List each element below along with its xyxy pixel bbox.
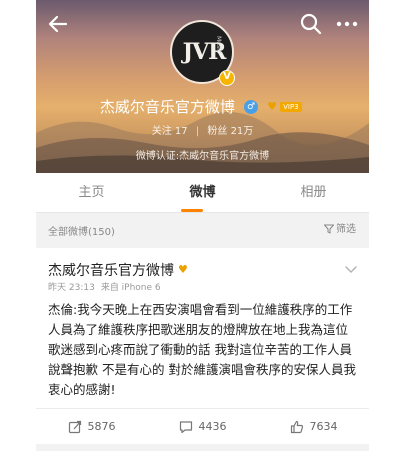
filter-icon (324, 224, 334, 234)
avatar-logo-subtext: Music (215, 36, 222, 54)
tab-album[interactable]: 相册 (258, 173, 369, 213)
followers-stat[interactable]: 粉丝 21万 (207, 126, 253, 137)
tab-weibo[interactable]: 微博 (147, 173, 258, 213)
filter-bar: 全部微博(150) 筛选 (36, 214, 369, 246)
profile-tabs: 主页 微博 相册 (36, 173, 369, 213)
tab-home[interactable]: 主页 (36, 173, 147, 213)
gender-male-icon: ♂ (244, 99, 258, 114)
active-tab-indicator (181, 209, 203, 212)
profile-header: JVR Music V 杰威尔音乐官方微博 ♂ ♥ VIP3 关注 17 | 粉… (36, 0, 369, 173)
following-label: 关注 (151, 126, 172, 137)
stats-divider: | (195, 126, 200, 137)
comment-count: 4436 (198, 420, 227, 433)
profile-name-row: 杰威尔音乐官方微博 ♂ ♥ VIP3 (36, 96, 369, 117)
post-source: 来自 iPhone 6 (100, 283, 161, 293)
search-icon[interactable] (298, 11, 324, 37)
post-time: 昨天 23:13 (48, 283, 95, 293)
vip-badge-icon[interactable]: ♥ VIP3 (267, 100, 305, 114)
repost-icon (68, 420, 81, 434)
followers-count: 21万 (230, 126, 254, 137)
repost-count: 5876 (87, 420, 116, 433)
avatar-logo-text: JVR (182, 39, 227, 65)
following-count: 17 (174, 126, 188, 137)
post-card[interactable]: 杰威尔音乐官方微博 ♥ 昨天 23:13 来自 iPhone 6 杰倫:我今天晚上… (36, 248, 369, 444)
filter-label: 筛选 (336, 224, 356, 235)
back-arrow-icon[interactable] (44, 10, 72, 38)
follow-stats: 关注 17 | 粉丝 21万 (36, 122, 369, 137)
post-text: 杰倫:我今天晚上在西安演唱會看到一位維護秩序的工作人員為了維護秩序把歌迷朋友的燈… (48, 302, 356, 397)
post-vip-icon: ♥ (178, 263, 188, 276)
filter-button[interactable]: 筛选 (324, 220, 356, 240)
post-author-name[interactable]: 杰威尔音乐官方微博 (48, 260, 174, 280)
vip-level-label: VIP3 (280, 101, 302, 112)
followers-label: 粉丝 (207, 126, 228, 137)
more-options-icon[interactable] (334, 11, 360, 37)
all-posts-count[interactable]: 全部微博(150) (48, 223, 115, 238)
following-stat[interactable]: 关注 17 (152, 126, 191, 137)
phone-screen: JVR Music V 杰威尔音乐官方微博 ♂ ♥ VIP3 关注 17 | 粉… (36, 0, 369, 451)
verified-badge-icon: V (219, 70, 235, 86)
like-button[interactable]: 7634 (258, 409, 369, 445)
vip-heart-icon: ♥ (267, 99, 277, 113)
comment-icon (179, 421, 192, 434)
profile-name: 杰威尔音乐官方微博 (99, 98, 235, 116)
comment-button[interactable]: 4436 (147, 409, 258, 445)
post-meta: 昨天 23:13 来自 iPhone 6 (48, 280, 167, 293)
like-count: 7634 (309, 420, 338, 433)
chevron-down-icon[interactable] (344, 262, 358, 276)
verification-text: 微博认证:杰威尔音乐官方微博 (135, 151, 270, 162)
repost-button[interactable]: 5876 (36, 409, 147, 445)
post-actions: 5876 4436 7634 (36, 408, 369, 444)
like-icon (290, 420, 303, 434)
